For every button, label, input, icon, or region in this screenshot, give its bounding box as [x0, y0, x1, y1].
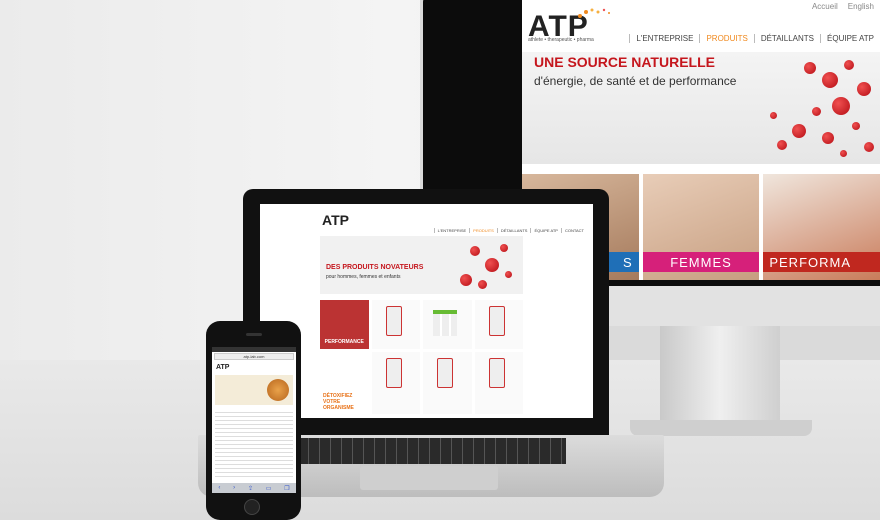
product-card[interactable]	[423, 300, 472, 349]
monitor-stand-base	[630, 420, 812, 436]
tile-label: PERFORMA	[763, 252, 880, 272]
menu-detaillants[interactable]: DÉTAILLANTS	[496, 228, 531, 233]
product-card[interactable]	[474, 351, 523, 414]
logo-tagline: athlete • therapeutic • pharma	[528, 37, 594, 43]
product-card[interactable]	[371, 300, 420, 349]
tile-label: FEMMES	[642, 252, 760, 272]
phone-screen: atp-lab.com ATP ‹ › ⇪ ▭ ❐	[212, 347, 296, 493]
product-card[interactable]	[371, 351, 420, 414]
hero-headline: UNE SOURCE NATURELLE	[534, 54, 715, 70]
monitor-stand	[660, 326, 780, 426]
top-links: Accueil English	[812, 2, 874, 11]
menu-equipe[interactable]: ÉQUIPE ATP	[820, 34, 880, 43]
page-content	[215, 409, 293, 479]
status-bar	[212, 347, 296, 352]
link-accueil[interactable]: Accueil	[812, 2, 838, 11]
back-icon[interactable]: ‹	[218, 485, 220, 491]
home-button[interactable]	[244, 499, 260, 515]
laptop-keyboard	[298, 438, 566, 464]
menu-produits[interactable]: PRODUITS	[699, 34, 753, 43]
share-icon[interactable]: ⇪	[248, 485, 253, 492]
atp-logo[interactable]: ATP	[216, 364, 229, 371]
laptop-trackpad	[360, 466, 498, 490]
bookmarks-icon[interactable]: ▭	[266, 485, 272, 492]
tile-performance[interactable]: PERFORMANCE	[320, 300, 369, 349]
hero-subline: d'énergie, de santé et de performance	[534, 74, 737, 88]
atp-logo[interactable]: ATP	[322, 212, 349, 228]
menu-equipe[interactable]: ÉQUIPE ATP	[530, 228, 561, 233]
hero-banner	[215, 375, 293, 405]
address-bar[interactable]: atp-lab.com	[214, 353, 294, 360]
hero-subline: pour hommes, femmes et enfants	[326, 274, 401, 280]
logo-dots-icon	[578, 8, 610, 18]
phone-speaker	[246, 333, 262, 336]
tile-performance[interactable]: PERFORMA	[763, 174, 880, 280]
laptop-screen: ATP L'ENTREPRISE PRODUITS DÉTAILLANTS ÉQ…	[260, 204, 593, 418]
menu-entreprise[interactable]: L'ENTREPRISE	[629, 34, 699, 43]
forward-icon[interactable]: ›	[233, 485, 235, 491]
product-card[interactable]	[474, 300, 523, 349]
menu-detaillants[interactable]: DÉTAILLANTS	[753, 34, 820, 43]
product-grid: PERFORMANCE DÉTOXIFIEZ VOTRE ORGANISME	[320, 300, 523, 414]
menu-contact[interactable]: CONTACT	[560, 228, 587, 233]
browser-toolbar: ‹ › ⇪ ▭ ❐	[212, 483, 296, 493]
tile-femmes[interactable]: FEMMES	[642, 174, 760, 280]
main-menu: L'ENTREPRISE PRODUITS DÉTAILLANTS ÉQUIPE…	[629, 34, 880, 43]
tabs-icon[interactable]: ❐	[284, 485, 289, 492]
hero-headline: DES PRODUITS NOVATEURS	[326, 264, 424, 271]
menu-produits[interactable]: PRODUITS	[469, 228, 497, 233]
link-english[interactable]: English	[848, 2, 874, 11]
menu-entreprise[interactable]: L'ENTREPRISE	[433, 228, 470, 233]
tile-detox[interactable]: DÉTOXIFIEZ VOTRE ORGANISME	[320, 351, 369, 414]
main-menu: L'ENTREPRISE PRODUITS DÉTAILLANTS ÉQUIPE…	[433, 228, 587, 233]
product-card[interactable]	[423, 351, 472, 414]
